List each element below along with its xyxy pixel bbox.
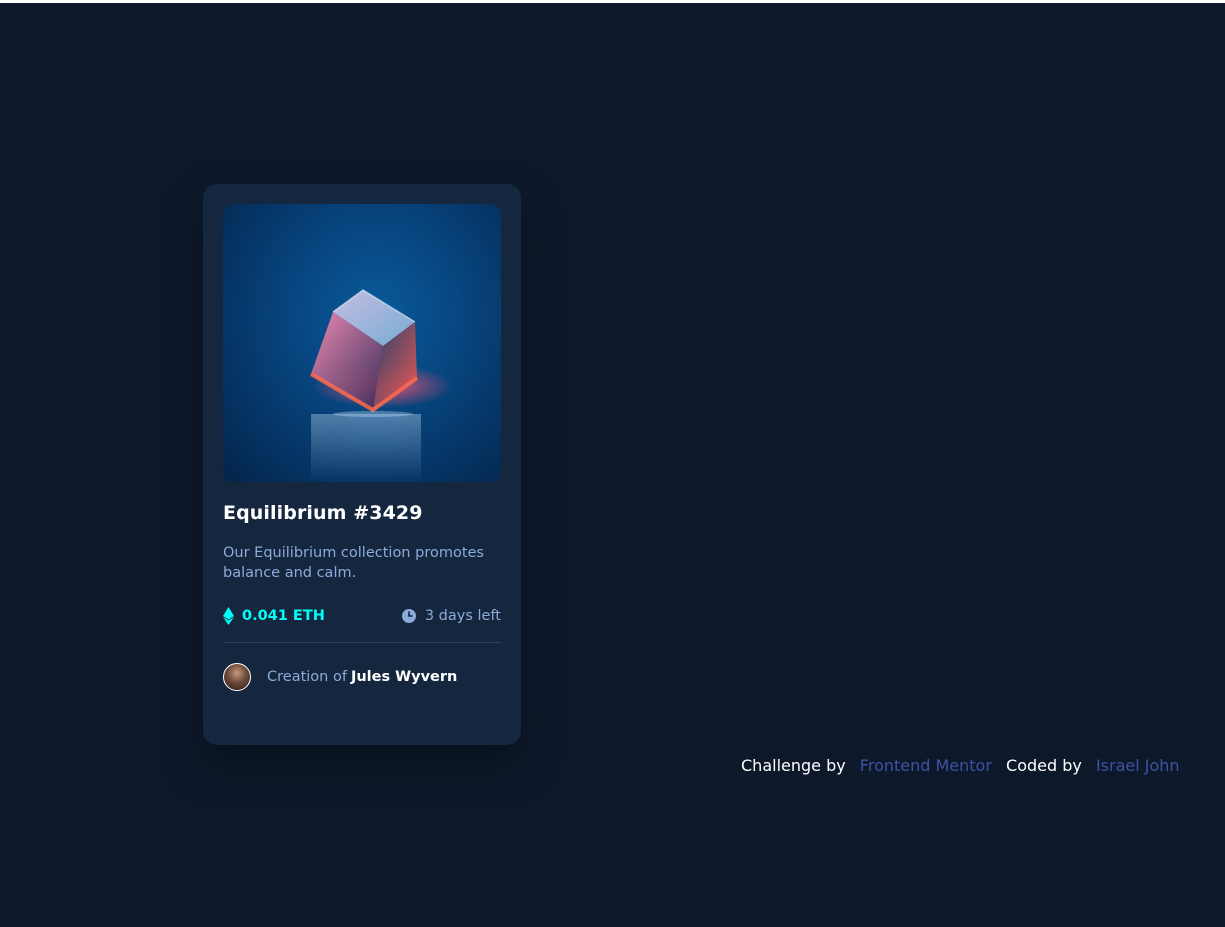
coded-label: Coded by [1006,756,1082,775]
time-left-value: 3 days left [424,608,501,624]
clock-icon [401,609,416,623]
frontend-mentor-link[interactable]: Frontend Mentor [860,756,992,775]
divider [223,642,501,643]
time-left: 3 days left [401,608,501,624]
creator: Creation of Jules Wyvern [223,663,501,691]
creator-prefix: Creation of [267,669,347,685]
nft-image[interactable] [223,204,501,482]
price-value: 0.041 ETH [242,608,325,624]
avatar [223,663,251,691]
nft-stats: 0.041 ETH 3 days left [223,606,501,626]
creator-name[interactable]: Jules Wyvern [351,669,457,685]
nft-preview-card: Equilibrium #3429 Our Equilibrium collec… [203,184,521,745]
challenge-label: Challenge by [741,756,846,775]
price: 0.041 ETH [223,607,325,625]
attribution: Challenge by Frontend Mentor Coded by Is… [741,756,1189,775]
ethereum-icon [223,607,234,625]
nft-description: Our Equilibrium collection promotes bala… [223,545,484,581]
author-link[interactable]: Israel John [1096,756,1180,775]
cube-illustration [309,289,453,482]
nft-title[interactable]: Equilibrium #3429 [223,502,501,524]
